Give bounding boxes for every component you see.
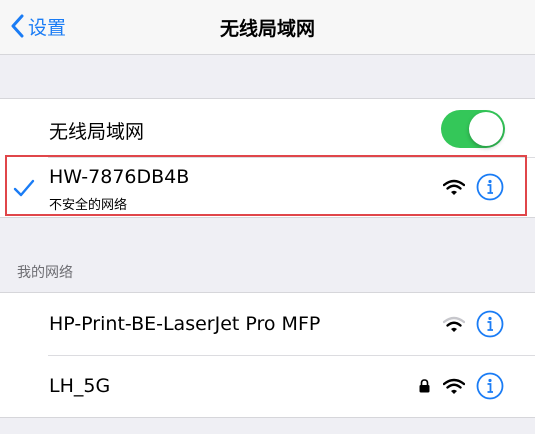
info-icon[interactable] [476,372,504,400]
info-icon[interactable] [476,173,504,201]
network-row[interactable]: HP-Print-BE-LaserJet Pro MFP [0,293,535,355]
page-title: 无线局域网 [219,17,315,40]
lock-icon [419,379,430,393]
checkmark-icon [13,179,35,197]
navigation-bar: 设置 无线局域网 [0,0,535,55]
my-networks-header: 我的网络 [17,265,73,281]
my-networks-group: HP-Print-BE-LaserJet Pro MFP LH_5G [0,292,535,418]
current-network-name: HW-7876DB4B [49,166,190,188]
wifi-icon [443,179,465,195]
network-name: LH_5G [49,375,111,397]
current-network-subtitle: 不安全的网络 [49,198,128,213]
wifi-toggle-label: 无线局域网 [49,121,145,143]
wifi-icon [443,316,465,332]
wifi-group: 无线局域网 HW-7876DB4B 不安全的网络 [0,98,535,218]
network-name: HP-Print-BE-LaserJet Pro MFP [49,313,321,335]
info-icon[interactable] [476,310,504,338]
toggle-knob [469,112,503,146]
network-row[interactable]: LH_5G [0,356,535,417]
wifi-toggle-row: 无线局域网 [0,99,535,157]
wifi-icon [443,378,465,394]
wifi-toggle-switch[interactable] [441,110,505,148]
current-network-row[interactable]: HW-7876DB4B 不安全的网络 [0,158,535,217]
